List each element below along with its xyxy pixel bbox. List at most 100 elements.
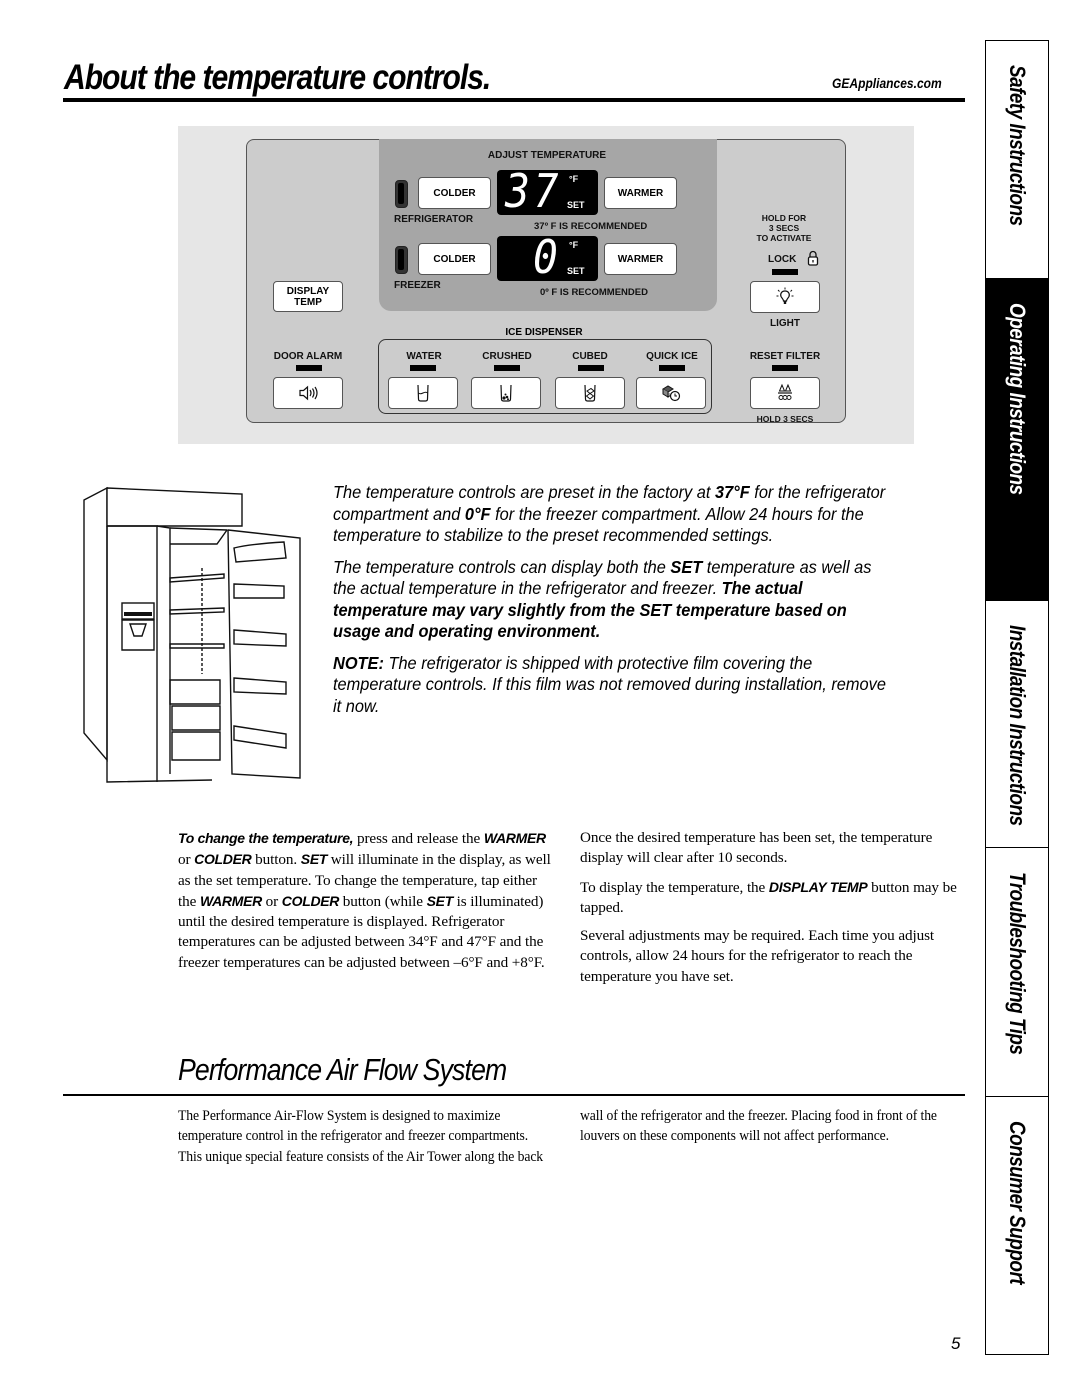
refrigerator-label: REFRIGERATOR <box>394 214 474 225</box>
intro-text: The temperature controls are preset in t… <box>333 482 891 727</box>
crushed-label: CRUSHED <box>482 351 532 362</box>
reset-filter-label: RESET FILTER <box>749 351 821 362</box>
refrigerator-illustration <box>83 486 301 783</box>
lock-hint: HOLD FOR 3 SECS TO ACTIVATE <box>757 213 812 243</box>
water-glass-icon <box>417 384 429 402</box>
crushed-button[interactable] <box>471 377 541 409</box>
airflow-right-column: wall of the refrigerator and the freezer… <box>580 1106 970 1155</box>
lightbulb-icon <box>776 287 794 304</box>
freezer-indicator <box>395 246 408 274</box>
light-button[interactable] <box>750 281 820 313</box>
text-span: or <box>261 892 282 910</box>
cubed-label: CUBED <box>572 351 608 362</box>
text-span: button. <box>251 851 301 869</box>
crushed-ice-glass-icon <box>500 384 512 402</box>
text-emphasis: DISPLAY TEMP <box>768 878 868 895</box>
quick-ice-button[interactable] <box>636 377 706 409</box>
text-emphasis: 0°F <box>464 503 491 524</box>
refrigerator-temp-value: 37 <box>505 164 563 218</box>
intro-paragraph: The temperature controls can display bot… <box>333 557 891 643</box>
text-emphasis: SET <box>426 892 454 909</box>
water-label: WATER <box>406 351 442 362</box>
tab-troubleshooting-tips[interactable]: Troubleshooting Tips <box>986 848 1048 1097</box>
text-span: The temperature controls are preset in t… <box>333 482 715 502</box>
lock-hint-line: HOLD FOR <box>761 213 807 223</box>
note-label: NOTE: <box>333 652 384 673</box>
tab-label: Consumer Support <box>1005 1121 1030 1285</box>
padlock-icon <box>807 250 819 266</box>
freezer-temp-value: 0 <box>533 230 562 284</box>
text-emphasis: COLDER <box>281 892 340 909</box>
text-span: or <box>178 851 195 869</box>
crushed-led <box>494 365 520 371</box>
text-emphasis: SET <box>670 556 703 577</box>
section-title: Performance Air Flow System <box>178 1052 507 1087</box>
tab-installation-instructions[interactable]: Installation Instructions <box>986 601 1048 848</box>
body-paragraph: Several adjustments may be required. Eac… <box>580 927 935 985</box>
freezer-set-indicator: SET <box>567 266 585 276</box>
page-number: 5 <box>951 1334 961 1353</box>
freezer-warmer-button[interactable]: WARMER <box>604 243 677 275</box>
light-label: LIGHT <box>770 318 800 329</box>
body-paragraph: To display the temperature, the DISPLAY … <box>580 877 970 919</box>
reset-filter-button[interactable] <box>750 377 820 409</box>
quick-ice-clock-icon <box>662 385 681 402</box>
door-alarm-label: DOOR ALARM <box>273 351 343 362</box>
reset-filter-led <box>772 365 798 371</box>
body-paragraph: wall of the refrigerator and the freezer… <box>580 1107 937 1145</box>
change-temp-paragraph: To change the temperature, press and rel… <box>178 828 554 973</box>
text-span: button (while <box>339 892 427 910</box>
freezer-recommended: 0º F IS RECOMMENDED <box>540 287 648 298</box>
tab-label: Installation Instructions <box>1005 625 1030 826</box>
adjust-temperature-label: ADJUST TEMPERATURE <box>487 150 607 161</box>
title-divider <box>63 98 965 102</box>
tab-label: Safety Instructions <box>1005 65 1030 226</box>
quick-ice-label: QUICK ICE <box>646 351 698 362</box>
body-paragraph: The Performance Air-Flow System is desig… <box>178 1107 544 1165</box>
water-button[interactable] <box>388 377 458 409</box>
reset-filter-hint: HOLD 3 SECS <box>756 414 814 424</box>
lock-hint-line: 3 SECS <box>768 223 800 233</box>
tab-label: Operating Instructions <box>1005 303 1030 495</box>
ice-dispenser-label: ICE DISPENSER <box>497 327 591 338</box>
tab-consumer-support[interactable]: Consumer Support <box>986 1097 1048 1356</box>
lock-hint-line: TO ACTIVATE <box>756 233 812 243</box>
change-temp-column: To change the temperature, press and rel… <box>178 828 554 981</box>
refrigerator-unit: °F <box>569 174 579 184</box>
freezer-label: FREEZER <box>394 280 441 291</box>
intro-paragraph: The temperature controls are preset in t… <box>333 482 891 547</box>
intro-paragraph: NOTE: The refrigerator is shipped with p… <box>333 653 891 718</box>
cubed-ice-glass-icon <box>584 384 596 402</box>
tab-operating-instructions[interactable]: Operating Instructions <box>986 279 1048 601</box>
freezer-colder-button[interactable]: COLDER <box>418 243 491 275</box>
text-span: press and release the <box>353 830 484 847</box>
freezer-unit: °F <box>569 240 579 250</box>
text-emphasis: To change the temperature, <box>178 830 354 846</box>
section-divider <box>63 1094 965 1096</box>
cubed-button[interactable] <box>555 377 625 409</box>
door-alarm-led <box>296 365 322 371</box>
body-paragraph: Once the desired temperature has been se… <box>580 829 933 867</box>
refrigerator-warmer-button[interactable]: WARMER <box>604 177 677 209</box>
text-emphasis: WARMER <box>483 830 546 846</box>
water-drops-icon <box>778 383 792 400</box>
section-tabs: Safety Instructions Operating Instructio… <box>985 40 1049 1355</box>
text-span: To display the temperature, the <box>580 878 769 896</box>
text-span: The refrigerator is shipped with protect… <box>333 652 886 716</box>
text-emphasis: SET <box>300 851 328 868</box>
text-emphasis: COLDER <box>194 851 252 868</box>
site-link[interactable]: GEAppliances.com <box>832 75 942 91</box>
lock-label: LOCK <box>768 254 797 265</box>
tab-safety-instructions[interactable]: Safety Instructions <box>986 41 1048 279</box>
lock-led <box>772 269 798 275</box>
airflow-left-column: The Performance Air-Flow System is desig… <box>178 1106 548 1175</box>
refrigerator-indicator <box>395 180 408 208</box>
door-alarm-button[interactable] <box>273 377 343 409</box>
speaker-icon <box>299 385 318 401</box>
refrigerator-display: 37 °F SET <box>497 164 598 218</box>
display-temp-button[interactable]: DISPLAY TEMP <box>273 281 343 312</box>
cubed-led <box>578 365 604 371</box>
refrigerator-colder-button[interactable]: COLDER <box>418 177 491 209</box>
refrigerator-set-indicator: SET <box>567 200 585 210</box>
page-title: About the temperature controls. <box>64 58 491 97</box>
